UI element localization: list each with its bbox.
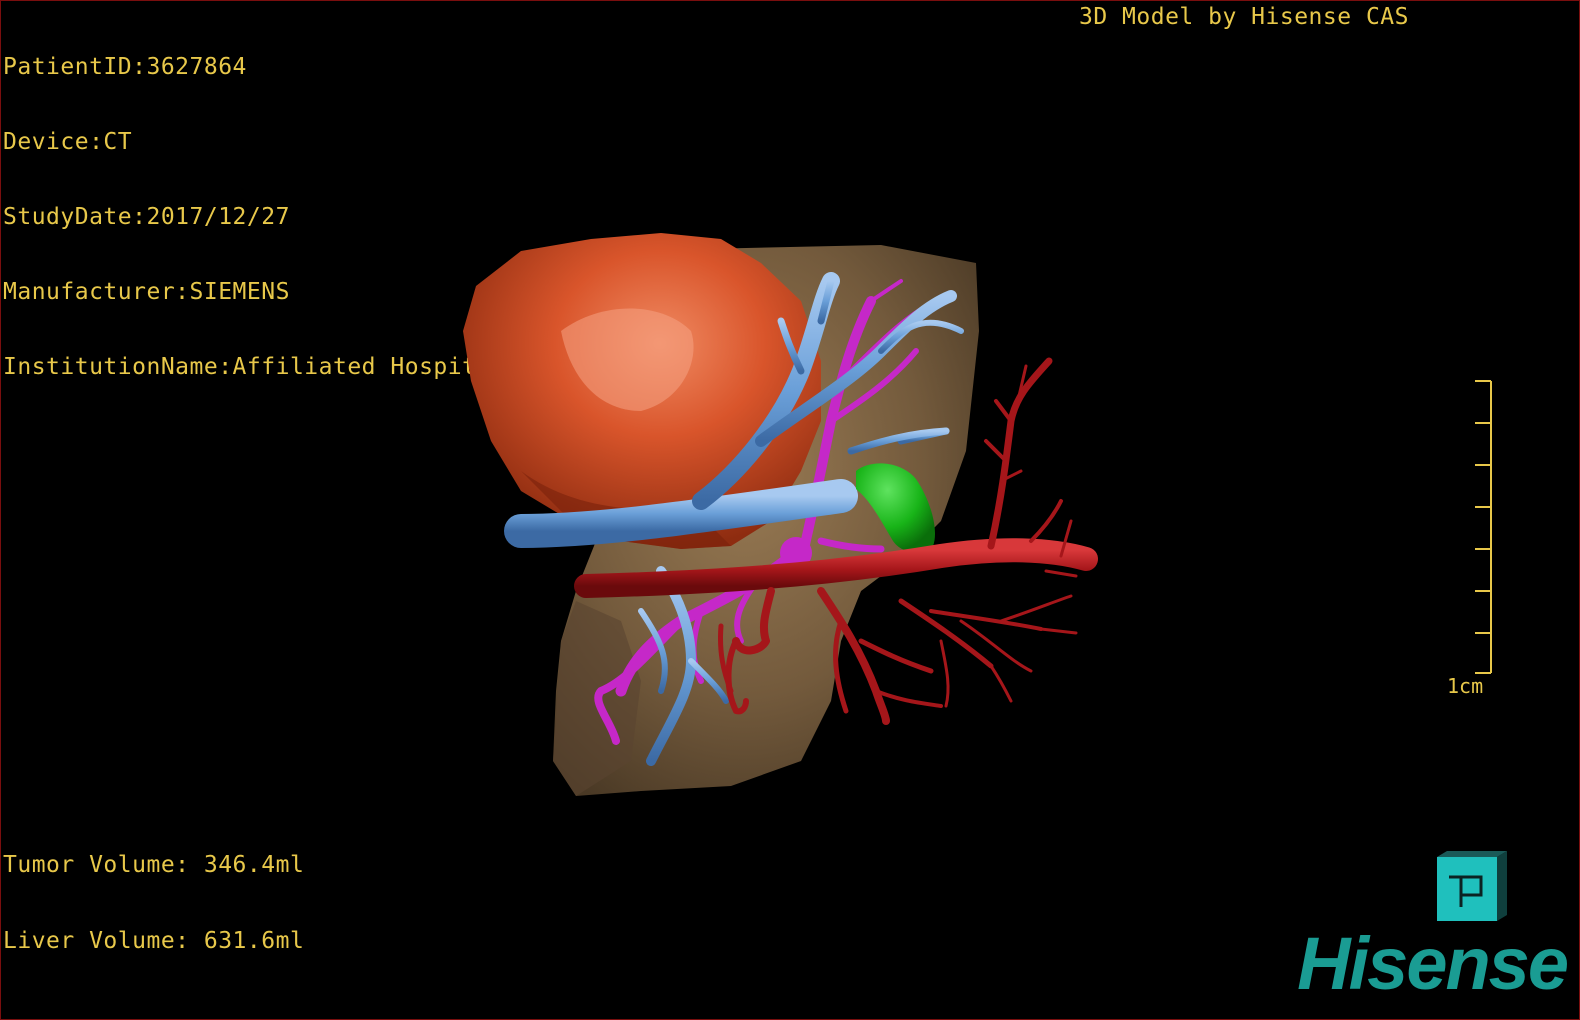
volume-readout: Tumor Volume: 346.4ml Liver Volume: 631.… — [3, 803, 304, 1005]
3d-viewport[interactable]: PatientID:3627864 Device:CT StudyDate:20… — [0, 0, 1580, 1020]
liver-volume: Liver Volume: 631.6ml — [3, 928, 305, 954]
scale-bar — [1475, 380, 1492, 674]
hisense-logo: Hisense — [1297, 922, 1569, 1005]
orientation-cube-icon[interactable] — [1431, 849, 1511, 925]
tumor-volume: Tumor Volume: 346.4ml — [3, 852, 305, 878]
scale-label: 1cm — [1447, 674, 1484, 698]
